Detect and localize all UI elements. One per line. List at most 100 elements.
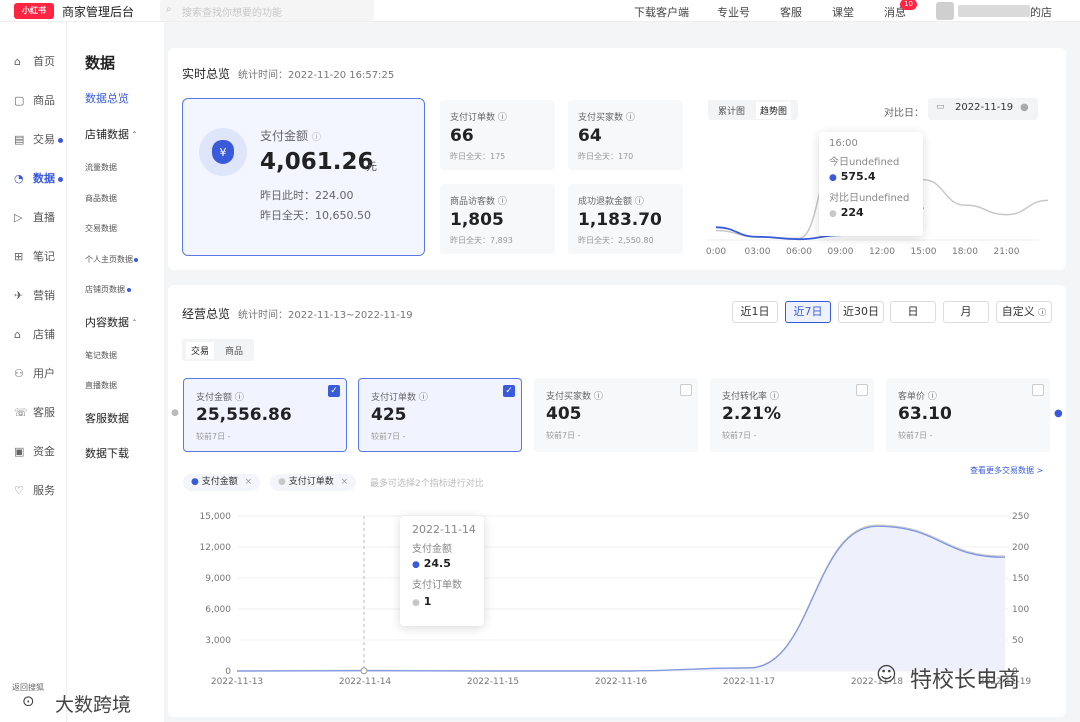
sidebar-item-trade[interactable]: ▤ 交易 (14, 131, 63, 147)
nav-service[interactable]: 客服 (780, 4, 802, 20)
legend-dot: ● (412, 598, 420, 608)
subnav-storepage-data[interactable]: 店铺页数据 (85, 284, 131, 295)
marketing-icon: ✈ (14, 289, 24, 302)
subnav-note-data[interactable]: 笔记数据 (85, 350, 117, 361)
search-input[interactable]: ⌕ 搜索查找你想要的功能 (160, 0, 374, 21)
sidebar-item-home[interactable]: ⌂ 首页 (14, 53, 55, 69)
range-30d[interactable]: 近30日 (838, 301, 884, 323)
metric-goods-visitors[interactable]: 商品访客数 ⓘ 1,805 昨日全天：7,893 (440, 184, 555, 254)
subnav-live-data[interactable]: 直播数据 (85, 380, 117, 391)
app-logo[interactable]: 小红书 (14, 3, 54, 19)
tooltip-compare-value: ● 224 (829, 206, 864, 219)
legend-dot: ● (829, 173, 837, 183)
range-7d[interactable]: 近7日 (785, 301, 831, 323)
range-day[interactable]: 日 (890, 301, 936, 323)
kpi-label: 支付订单数 ⓘ (371, 393, 428, 403)
carousel-next-icon[interactable]: ● (1054, 408, 1063, 419)
realtime-stat-time: 统计时间：2022-11-20 16:57:25 (238, 70, 395, 81)
kpi-checkbox[interactable] (856, 384, 868, 396)
kpi-checkbox[interactable]: ✓ (503, 385, 515, 397)
nav-download-client[interactable]: 下载客户端 (634, 4, 689, 20)
sidebar-item-fund[interactable]: ▣ 资金 (14, 443, 55, 459)
clear-icon[interactable]: ● (1020, 102, 1029, 113)
mode-cumulative[interactable]: 累计图 (718, 104, 745, 117)
metric-pay-orders[interactable]: 支付订单数 ⓘ 66 昨日全天：175 (440, 100, 555, 170)
info-icon: ⓘ (497, 197, 507, 207)
kpi-pay-amount[interactable]: 支付金额 ⓘ 25,556.86 较前7日 - ✓ (183, 378, 347, 452)
sidebar-item-label: 交易 (33, 133, 55, 146)
kpi-checkbox[interactable] (680, 384, 692, 396)
kpi-conversion-rate[interactable]: 支付转化率 ⓘ 2.21% 较前7日 - (710, 378, 874, 452)
kpi-checkbox[interactable] (1032, 384, 1044, 396)
message-badge: 10 (900, 0, 917, 10)
chip-pay-orders[interactable]: ● 支付订单数 × (270, 474, 357, 491)
compare-date-picker[interactable]: ▭ 2022-11-19 ● (928, 98, 1038, 120)
goods-icon: ▢ (14, 94, 25, 107)
carousel-prev-icon[interactable]: ● (171, 408, 179, 418)
tooltip-compare-label: 对比日undefined (829, 193, 910, 204)
sidebar-item-marketing[interactable]: ✈ 营销 (14, 287, 55, 303)
close-icon: × (244, 477, 253, 487)
legend-dot: ● (278, 477, 286, 487)
store-suffix[interactable]: 的店 (1030, 4, 1052, 20)
y2-tick-label: 100 (1012, 605, 1029, 615)
kpi-checkbox[interactable]: ✓ (328, 385, 340, 397)
subnav-store-group[interactable]: 店铺数据 ˆ (85, 126, 137, 142)
data-subnav: 数据 数据总览 店铺数据 ˆ 流量数据 商品数据 交易数据 个人主页数据 店铺页… (66, 22, 164, 722)
tooltip-time: 16:00 (829, 138, 858, 149)
range-1d[interactable]: 近1日 (732, 301, 778, 323)
subnav-goods-data[interactable]: 商品数据 (85, 193, 117, 204)
tooltip-value-1: ● 24.5 (412, 557, 451, 570)
sidebar-item-label: 店铺 (33, 328, 55, 341)
pay-amount-value: 4,061.26 (260, 149, 374, 175)
sidebar-item-service[interactable]: ☏ 客服 (14, 404, 55, 420)
kpi-sub: 较前7日 - (546, 431, 581, 440)
chip-pay-amount[interactable]: ● 支付金额 × (183, 474, 261, 491)
main-metric-pay-amount[interactable]: ¥ 支付金额 ⓘ 4,061.26 元 昨日此时：224.00 昨日全天：10,… (182, 98, 425, 256)
sidebar-item-label: 首页 (33, 55, 55, 68)
subnav-traffic[interactable]: 流量数据 (85, 162, 117, 173)
tab-goods[interactable]: 商品 (225, 344, 243, 357)
data-icon: ◔ (14, 172, 24, 185)
pay-amount-unit: 元 (366, 160, 377, 173)
sidebar-item-store[interactable]: ⌂ 店铺 (14, 326, 55, 342)
subnav-service-data[interactable]: 客服数据 (85, 410, 129, 426)
kpi-value: 405 (546, 404, 582, 424)
kpi-pay-orders[interactable]: 支付订单数 ⓘ 425 较前7日 - ✓ (358, 378, 522, 452)
metric-refund-amount[interactable]: 成功退款金额 ⓘ 1,183.70 昨日全天：2,550.80 (568, 184, 683, 254)
subnav-download[interactable]: 数据下载 (85, 445, 129, 461)
metric-value: 1,805 (450, 210, 504, 230)
kpi-value: 63.10 (898, 404, 952, 424)
subnav-content-group[interactable]: 内容数据 ˆ (85, 314, 137, 330)
kpi-avg-order-price[interactable]: 客单价 ⓘ 63.10 较前7日 - (886, 378, 1050, 452)
range-month[interactable]: 月 (943, 301, 989, 323)
subnav-trade-data[interactable]: 交易数据 (85, 223, 117, 234)
sidebar-item-data[interactable]: ◔ 数据 (14, 170, 63, 186)
nav-pro-account[interactable]: 专业号 (717, 4, 750, 20)
range-custom[interactable]: 自定义 ⓘ (996, 301, 1052, 323)
y-tick-label: 3,000 (205, 636, 231, 646)
tooltip-label-1: 支付金额 (412, 544, 452, 555)
x-tick-label: 0:00 (706, 247, 726, 257)
kpi-pay-buyers[interactable]: 支付买家数 ⓘ 405 较前7日 - (534, 378, 698, 452)
money-bag-icon: ¥ (199, 128, 247, 176)
sidebar-item-live[interactable]: ▷ 直播 (14, 209, 55, 225)
tab-trade[interactable]: 交易 (186, 342, 215, 359)
kpi-sub: 较前7日 - (898, 431, 933, 440)
sidebar-item-goods[interactable]: ▢ 商品 (14, 92, 55, 108)
metric-pay-buyers[interactable]: 支付买家数 ⓘ 64 昨日全天：170 (568, 100, 683, 170)
subnav-overview[interactable]: 数据总览 (85, 90, 129, 106)
sidebar-item-services[interactable]: ♡ 服务 (14, 482, 55, 498)
business-stat-time: 统计时间：2022-11-13~2022-11-19 (238, 310, 413, 321)
y-tick-label: 15,000 (200, 512, 232, 522)
status-dot (58, 137, 63, 143)
subnav-homepage-data[interactable]: 个人主页数据 (85, 254, 138, 265)
more-trade-data-link[interactable]: 查看更多交易数据 > (970, 465, 1043, 476)
nav-classroom[interactable]: 课堂 (832, 4, 854, 20)
sidebar-item-user[interactable]: ⚇ 用户 (14, 365, 55, 381)
mode-trend[interactable]: 趋势图 (756, 102, 792, 119)
x-tick-label: 03:00 (745, 247, 771, 257)
sidebar-item-label: 笔记 (33, 250, 55, 263)
avatar[interactable] (936, 2, 954, 20)
sidebar-item-note[interactable]: ⊞ 笔记 (14, 248, 55, 264)
